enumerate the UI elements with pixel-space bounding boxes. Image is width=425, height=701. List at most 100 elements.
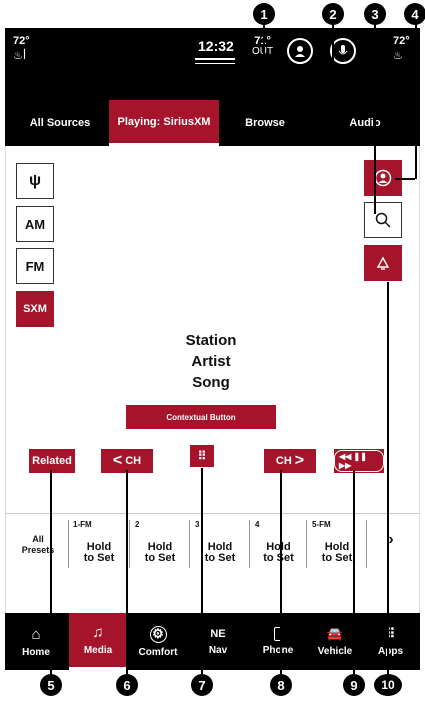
all-presets-button[interactable]: All Presets <box>12 514 64 574</box>
replay-button[interactable]: ◀◀ ❚❚ ▶▶ <box>334 449 384 473</box>
nav-nav[interactable]: NE Nav <box>189 613 247 670</box>
preset-2[interactable]: 2 Hold to Set <box>131 514 189 574</box>
preset-divider <box>306 520 307 568</box>
all-presets-line1: All <box>32 534 44 544</box>
callout-line-4 <box>415 14 417 179</box>
nav-home[interactable]: ⌂ Home <box>5 613 67 670</box>
callout-line-8 <box>280 470 282 675</box>
all-presets-line2: Presets <box>21 545 55 555</box>
preset-line2: to Set <box>144 552 176 564</box>
callout-8: 8 <box>270 674 292 696</box>
channel-up-button[interactable]: CH > <box>264 449 316 473</box>
right-seat-heat-icon: ♨ <box>393 50 403 62</box>
nav-media-label: Media <box>83 645 113 656</box>
callout-5: 5 <box>40 674 62 696</box>
seat-heat-icon: ♨ꟾ <box>13 50 27 62</box>
callout-line-2b <box>334 112 354 114</box>
nav-comfort-label: Comfort <box>138 646 178 658</box>
chevron-right-icon: › <box>388 531 394 548</box>
callout-line-10 <box>387 282 389 675</box>
right-climate[interactable]: 72° ♨ <box>393 35 410 63</box>
presets-next-button[interactable]: › <box>371 514 411 574</box>
preset-divider <box>189 520 190 568</box>
clock: 12:32 <box>198 38 234 54</box>
callout-1: 1 <box>253 3 275 25</box>
callout-4: 4 <box>404 3 425 25</box>
usb-icon: ψ <box>28 172 42 189</box>
tab-all-sources[interactable]: All Sources <box>15 100 105 146</box>
callout-line-5 <box>50 470 52 675</box>
profile-icon[interactable] <box>287 38 313 64</box>
alert-button[interactable] <box>364 245 402 281</box>
nav-nav-label: Nav <box>208 644 228 656</box>
preset-number: 2 <box>135 520 140 529</box>
callout-line-7 <box>201 468 203 675</box>
channel-down-label: CH <box>125 455 142 467</box>
preset-line2: to Set <box>204 552 236 564</box>
right-temp: 72° <box>393 35 410 47</box>
source-fm-button[interactable]: FM <box>16 248 54 284</box>
nav-apps-label: Apps <box>378 646 403 657</box>
bottom-nav: ⌂ Home ♫ Media ⚙ Comfort NE Nav Phone 🚘 … <box>5 613 420 670</box>
callout-7: 7 <box>191 674 213 696</box>
search-button[interactable] <box>364 202 402 238</box>
artist-name: Artist <box>191 353 231 370</box>
left-temp: 72° <box>13 35 30 47</box>
callout-3: 3 <box>364 3 386 25</box>
tab-audio[interactable]: Audio <box>335 100 395 146</box>
source-sxm-button[interactable]: SXM <box>16 291 54 327</box>
tab-playing-siriusxm[interactable]: Playing: SiriusXM <box>109 100 219 146</box>
bell-icon <box>376 256 390 270</box>
left-climate[interactable]: 72° ♨ꟾ <box>13 35 30 63</box>
compass-icon: NE <box>210 627 226 640</box>
preset-hold: Hold to Set <box>191 542 249 564</box>
nav-home-label: Home <box>22 646 50 658</box>
callout-line-2 <box>332 14 334 114</box>
nav-apps[interactable]: ⠿ Apps <box>363 613 418 670</box>
callout-line-1 <box>263 14 265 114</box>
callout-6: 6 <box>116 674 138 696</box>
all-presets-label: All Presets <box>12 534 64 556</box>
chevron-right-icon: > <box>294 452 305 469</box>
direct-tune-button[interactable]: ⠿ <box>190 445 214 467</box>
nav-phone[interactable]: Phone <box>249 613 307 670</box>
preset-line2: to Set <box>83 552 115 564</box>
contextual-button[interactable]: Contextual Button <box>126 405 276 429</box>
callout-line-3 <box>374 14 376 214</box>
source-usb-button[interactable]: ψ <box>16 163 54 199</box>
callout-9: 9 <box>343 674 365 696</box>
nav-comfort[interactable]: ⚙ Comfort <box>129 613 187 670</box>
preset-1[interactable]: 1-FM Hold to Set <box>69 514 129 574</box>
preset-hold: Hold to Set <box>69 542 129 564</box>
preset-divider <box>129 520 130 568</box>
callout-line-9 <box>353 470 355 675</box>
nav-phone-label: Phone <box>262 645 294 656</box>
tab-browse[interactable]: Browse <box>230 100 300 146</box>
song-name: Song <box>192 374 230 391</box>
nav-vehicle-label: Vehicle <box>317 646 353 657</box>
callout-2: 2 <box>322 3 344 25</box>
preset-divider <box>249 520 250 568</box>
preset-4[interactable]: 4 Hold to Set <box>251 514 306 574</box>
source-am-button[interactable]: AM <box>16 206 54 242</box>
related-button[interactable]: Related <box>29 449 75 473</box>
preset-number: 4 <box>255 520 260 529</box>
preset-line2: to Set <box>263 552 294 564</box>
nav-media[interactable]: ♫ Media <box>69 613 127 670</box>
replay-icon: ◀◀ ❚❚ ▶▶ <box>334 450 384 472</box>
preset-number: 1-FM <box>73 520 92 529</box>
preset-hold: Hold to Set <box>251 542 306 564</box>
car-icon: 🚘 <box>326 626 344 641</box>
callout-line-4b <box>395 178 415 180</box>
comfort-icon: ⚙ <box>149 625 167 643</box>
preset-divider <box>366 520 367 568</box>
search-icon <box>375 212 391 228</box>
preset-hold: Hold to Set <box>308 542 366 564</box>
preset-hold: Hold to Set <box>131 542 189 564</box>
clock-underline-2 <box>195 63 235 64</box>
preset-5[interactable]: 5-FM Hold to Set <box>308 514 366 574</box>
station-name: Station <box>185 332 237 349</box>
preset-3[interactable]: 3 Hold to Set <box>191 514 249 574</box>
keypad-icon: ⠿ <box>197 449 207 463</box>
music-note-icon: ♫ <box>92 624 104 641</box>
